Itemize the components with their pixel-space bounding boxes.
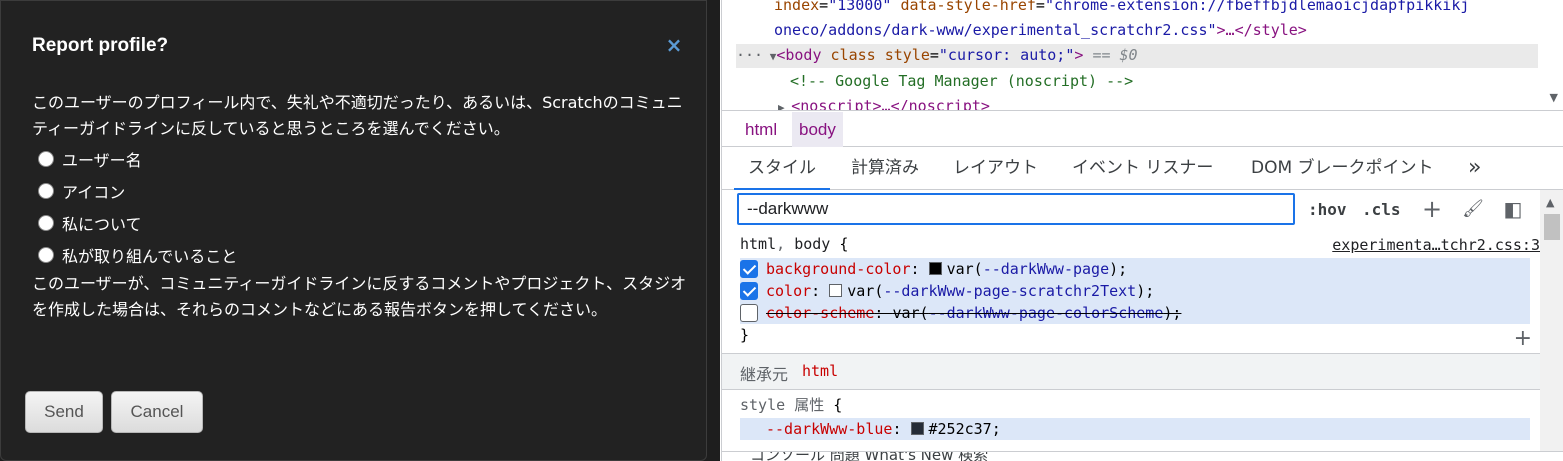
add-property-icon[interactable]: +	[1514, 326, 1532, 351]
style-attribute-selector[interactable]: style 属性 {	[740, 394, 842, 416]
styles-tabbar: スタイル 計算済み レイアウト イベント リスナー DOM ブレークポイント »	[722, 148, 1563, 190]
more-tabs-icon[interactable]: »	[1468, 148, 1481, 190]
dom-line-body-selected[interactable]: ··· ▼<body class style="cursor: auto;"> …	[736, 44, 1538, 68]
scroll-thumb[interactable]	[1544, 214, 1560, 240]
rule-selector[interactable]: html, body {	[740, 233, 848, 255]
inherited-tag-link[interactable]: html	[802, 362, 838, 380]
tab-styles[interactable]: スタイル	[734, 148, 830, 190]
tab-computed[interactable]: 計算済み	[851, 148, 919, 190]
devtools-panel: index="13000" data-style-href="chrome-ex…	[721, 0, 1563, 461]
dom-line-noscript[interactable]: ▶ <noscript>…</noscript>	[778, 95, 990, 110]
cancel-button[interactable]: Cancel	[111, 391, 203, 433]
send-button[interactable]: Send	[25, 391, 103, 433]
radio-option-working-on[interactable]: 私が取り組んでいること	[38, 244, 237, 266]
radio-option-username[interactable]: ユーザー名	[38, 148, 142, 170]
radio-label: 私について	[62, 215, 142, 234]
styles-pane: html, body { experimenta…tchr2.css:3 bac…	[722, 230, 1540, 461]
inherited-label: 継承元	[740, 365, 789, 384]
radio-label: アイコン	[62, 183, 126, 202]
scroll-up-icon[interactable]: ▲	[1546, 196, 1554, 209]
tab-layout[interactable]: レイアウト	[953, 148, 1038, 190]
dom-line-comment[interactable]: <!-- Google Tag Manager (noscript) -->	[790, 70, 1133, 92]
declaration-checkbox[interactable]	[740, 282, 758, 300]
styles-toolbar: :hov .cls + 🖌 ◧	[722, 190, 1563, 230]
radio-label: ユーザー名	[62, 151, 142, 170]
radio-option-about-me[interactable]: 私について	[38, 212, 142, 234]
inherited-from-header: 継承元 html	[722, 353, 1540, 390]
color-swatch[interactable]	[829, 284, 843, 297]
declaration-checkbox[interactable]	[740, 260, 758, 278]
color-swatch[interactable]	[910, 422, 924, 435]
stylesheet-source-link[interactable]: experimenta…tchr2.css:3	[1332, 236, 1540, 254]
styles-scrollbar[interactable]: ▲	[1540, 190, 1563, 461]
tab-dom-breakpoints[interactable]: DOM ブレークポイント	[1251, 148, 1434, 190]
close-icon[interactable]: ×	[665, 35, 683, 55]
color-swatch[interactable]	[928, 262, 942, 275]
breadcrumb-body[interactable]: body	[792, 112, 843, 147]
rule-close-brace: }	[740, 326, 750, 344]
more-icon[interactable]: ···	[736, 46, 763, 64]
radio-label: 私が取り組んでいること	[62, 247, 238, 266]
class-toggle-button[interactable]: .cls	[1362, 198, 1401, 222]
declaration-darkwww-blue[interactable]: --darkWww-blue: #252c37;	[740, 418, 1530, 440]
modal-footnote: このユーザーが、コミュニティーガイドラインに反するコメントやプロジェクト、スタジ…	[32, 274, 687, 319]
breadcrumb-html[interactable]: html	[738, 112, 784, 147]
report-profile-modal: Report profile? × このユーザーのプロフィール内で、失礼や不適切…	[0, 0, 707, 461]
modal-instructions: このユーザーのプロフィール内で、失礼や不適切だったり、あるいは、Scratchの…	[32, 93, 683, 138]
scroll-down-icon[interactable]: ▼	[1550, 91, 1558, 104]
declaration-color-scheme[interactable]: color-scheme: var(--darkWww-page-colorSc…	[740, 302, 1530, 324]
collapsed-triangle-icon[interactable]: ▶	[778, 101, 791, 110]
dom-line-style-href[interactable]: oneco/addons/dark-www/experimental_scrat…	[774, 19, 1307, 41]
radio-button[interactable]	[38, 183, 54, 199]
toggle-sidebar-icon[interactable]: ◧	[1500, 196, 1526, 222]
declaration-background-color[interactable]: background-color: var(--darkWww-page);	[740, 258, 1530, 280]
filter-input[interactable]	[737, 193, 1295, 225]
hover-state-button[interactable]: :hov	[1308, 198, 1347, 222]
elements-tree: index="13000" data-style-href="chrome-ex…	[722, 0, 1563, 111]
new-style-rule-icon[interactable]: +	[1419, 196, 1445, 222]
dom-line-style-attrs[interactable]: index="13000" data-style-href="chrome-ex…	[774, 0, 1469, 16]
radio-button[interactable]	[38, 215, 54, 231]
paint-brush-icon[interactable]: 🖌	[1460, 196, 1486, 222]
radio-option-icon[interactable]: アイコン	[38, 180, 125, 202]
tab-event-listeners[interactable]: イベント リスナー	[1072, 148, 1213, 190]
radio-button[interactable]	[38, 151, 54, 167]
drawer-tabs[interactable]: コンソール 問題 What's New 検索	[750, 452, 988, 461]
modal-title: Report profile?	[32, 35, 169, 56]
declaration-checkbox[interactable]	[740, 304, 758, 322]
radio-button[interactable]	[38, 247, 54, 263]
expand-triangle-icon[interactable]: ▼	[763, 50, 777, 63]
breadcrumb: html body	[722, 112, 1563, 147]
drawer-tabbar: コンソール 問題 What's New 検索	[722, 451, 1563, 461]
declaration-color[interactable]: color: var(--darkWww-page-scratchr2Text)…	[740, 280, 1530, 302]
